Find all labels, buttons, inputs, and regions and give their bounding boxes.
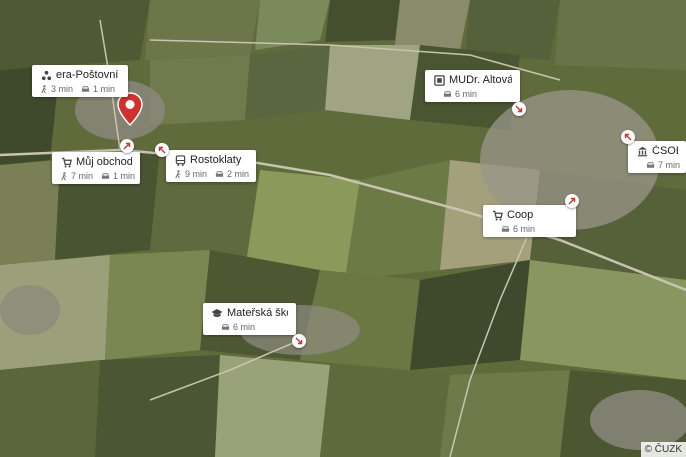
drive-time: 2 min	[215, 169, 249, 179]
drive-time: 6 min	[501, 224, 535, 234]
poi-marker-bus[interactable]	[155, 143, 169, 157]
car-icon	[221, 324, 230, 330]
location-pin-icon[interactable]	[117, 92, 143, 126]
poi-marker-school[interactable]	[292, 334, 306, 348]
map-copyright: © ČUZK	[640, 442, 686, 457]
cart-icon	[491, 209, 503, 221]
poi-card-coop[interactable]: Coop 6 min	[483, 205, 576, 237]
medical-icon	[433, 74, 445, 86]
poi-marker-doctor[interactable]	[512, 102, 526, 116]
poi-card-school[interactable]: Mateřská škola Ti... 6 min	[203, 303, 296, 335]
car-icon	[81, 86, 90, 92]
poi-marker-bank[interactable]	[621, 130, 635, 144]
poi-marker-coop[interactable]	[565, 194, 579, 208]
poi-title: Rostoklaty	[190, 154, 242, 166]
car-icon	[215, 171, 224, 177]
car-icon	[646, 162, 655, 168]
walk-time: 7 min	[60, 171, 93, 181]
arrow-icon	[158, 146, 166, 154]
walk-icon	[61, 171, 67, 180]
arrow-icon	[515, 105, 523, 113]
walk-time: 9 min	[174, 169, 207, 179]
poi-title: Coop	[507, 209, 534, 221]
poi-card-doctor[interactable]: MUDr. Altová Mar... 6 min	[425, 70, 520, 102]
arrow-icon	[624, 133, 632, 141]
drive-time: 6 min	[443, 89, 477, 99]
poi-title: ČSOB	[652, 145, 678, 157]
poi-card-shop[interactable]: Můj obchod 7 min 1 min	[52, 152, 140, 184]
arrow-icon	[568, 197, 576, 205]
walk-time: 3 min	[40, 84, 73, 94]
drive-time: 6 min	[221, 322, 255, 332]
poi-card-post[interactable]: era-Poštovní spoř... 3 min 1 min	[32, 65, 128, 97]
arrow-icon	[123, 142, 131, 150]
car-icon	[443, 91, 452, 97]
poi-marker-shop[interactable]	[120, 139, 134, 153]
poi-title: MUDr. Altová Mar...	[449, 74, 512, 86]
map-view[interactable]: era-Poštovní spoř... 3 min 1 min Můj obc…	[0, 0, 686, 457]
car-icon	[501, 226, 510, 232]
bus-icon	[174, 154, 186, 166]
poi-title: Mateřská škola Ti...	[227, 307, 288, 319]
drive-time: 1 min	[81, 84, 115, 94]
school-icon	[211, 307, 223, 319]
walk-icon	[41, 84, 47, 93]
post-office-icon	[40, 69, 52, 81]
poi-title: era-Poštovní spoř...	[56, 69, 120, 81]
drive-time: 1 min	[101, 171, 135, 181]
cart-icon	[60, 156, 72, 168]
bank-icon	[636, 145, 648, 157]
poi-card-bank[interactable]: ČSOB 7 min	[628, 141, 686, 173]
car-icon	[101, 173, 110, 179]
arrow-icon	[295, 337, 303, 345]
poi-card-bus[interactable]: Rostoklaty 9 min 2 min	[166, 150, 256, 182]
poi-title: Můj obchod	[76, 156, 132, 168]
drive-time: 7 min	[646, 160, 680, 170]
walk-icon	[175, 169, 181, 178]
